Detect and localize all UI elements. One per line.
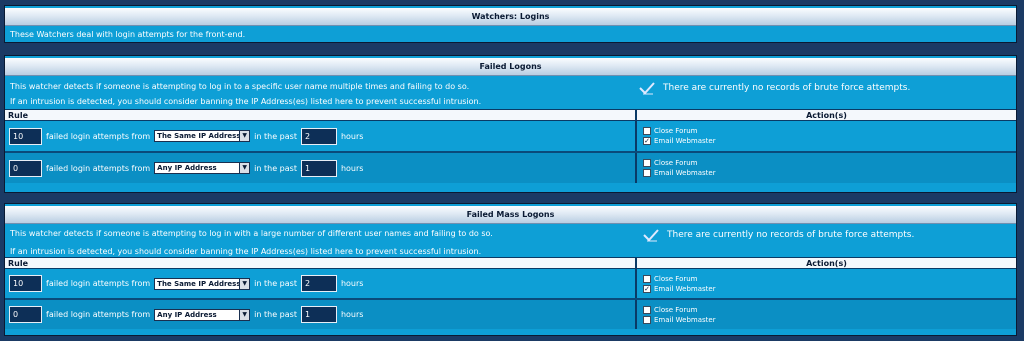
- triangle-down-icon: ▼: [239, 131, 250, 141]
- close-forum-label: Close Forum: [654, 127, 698, 135]
- source-select[interactable]: The Same IP Address ▼: [154, 277, 251, 290]
- email-webmaster-label: Email Webmaster: [654, 315, 716, 324]
- rule-column-header: Rule: [5, 110, 637, 120]
- failed-logons-status-text: There are currently no records of brute …: [663, 83, 911, 93]
- failed-from-label: failed login attempts from: [46, 131, 151, 141]
- close-forum-checkbox[interactable]: [643, 127, 651, 135]
- email-webmaster-label: Email Webmaster: [654, 169, 716, 177]
- source-select-value: Any IP Address: [157, 164, 217, 172]
- triangle-down-icon: ▼: [239, 163, 250, 173]
- actions-column-header: Action(s): [806, 111, 847, 120]
- hours-label: hours: [340, 279, 364, 288]
- in-past-label: in the past: [254, 279, 297, 288]
- failed-mass-logons-desc-2: If an intrusion is detected, you should …: [10, 247, 482, 256]
- triangle-down-icon: ▼: [239, 278, 250, 289]
- source-select[interactable]: Any IP Address ▼: [154, 308, 251, 321]
- attempts-input[interactable]: 10: [9, 127, 42, 145]
- email-webmaster-checkbox[interactable]: ✓: [643, 137, 651, 145]
- rule-column-header: Rule: [5, 258, 637, 268]
- attempts-input[interactable]: 0: [9, 306, 42, 323]
- in-past-label: in the past: [254, 163, 297, 173]
- email-webmaster-checkbox[interactable]: [643, 315, 651, 324]
- close-forum-label: Close Forum: [654, 274, 698, 283]
- in-past-label: in the past: [254, 310, 297, 319]
- failed-logons-title: Failed Logons: [5, 58, 1016, 76]
- failed-mass-logons-row-2: 0 failed login attempts from Any IP Addr…: [5, 300, 1016, 329]
- period-input[interactable]: 1: [300, 159, 337, 177]
- failed-mass-logons-title: Failed Mass Logons: [5, 206, 1016, 224]
- triangle-down-icon: ▼: [239, 309, 250, 320]
- failed-mass-logons-table-header: Rule Action(s): [5, 257, 1016, 269]
- failed-logons-row-2: 0 failed login attempts from Any IP Addr…: [5, 153, 1016, 183]
- failed-mass-logons-row-1: 10 failed login attempts from The Same I…: [5, 269, 1016, 298]
- hours-label: hours: [340, 163, 364, 173]
- period-input[interactable]: 1: [300, 306, 337, 323]
- failed-logons-desc-2: If an intrusion is detected, you should …: [10, 97, 482, 106]
- close-forum-label: Close Forum: [654, 305, 698, 314]
- failed-mass-logons-panel: Failed Mass Logons This watcher detects …: [4, 203, 1017, 336]
- period-input[interactable]: 2: [300, 127, 337, 145]
- watchers-description: These Watchers deal with login attempts …: [10, 30, 246, 39]
- close-forum-checkbox[interactable]: [643, 159, 651, 167]
- source-select[interactable]: The Same IP Address ▼: [154, 130, 251, 142]
- period-input[interactable]: 2: [300, 275, 337, 292]
- watchers-panel: Watchers: Logins These Watchers deal wit…: [4, 5, 1017, 43]
- failed-logons-table-header: Rule Action(s): [5, 109, 1016, 121]
- email-webmaster-checkbox[interactable]: ✓: [643, 284, 651, 293]
- check-arrow-icon: [639, 82, 655, 95]
- hours-label: hours: [340, 310, 364, 319]
- email-webmaster-label: Email Webmaster: [654, 284, 716, 293]
- close-forum-checkbox[interactable]: [643, 305, 651, 314]
- actions-column-header: Action(s): [806, 259, 847, 268]
- hours-label: hours: [340, 131, 364, 141]
- source-select[interactable]: Any IP Address ▼: [154, 162, 251, 174]
- attempts-input[interactable]: 0: [9, 159, 42, 177]
- close-forum-label: Close Forum: [654, 159, 698, 167]
- failed-from-label: failed login attempts from: [46, 163, 151, 173]
- watchers-title: Watchers: Logins: [5, 8, 1016, 26]
- failed-logons-status: There are currently no records of brute …: [639, 81, 910, 95]
- source-select-value: Any IP Address: [157, 310, 217, 319]
- email-webmaster-checkbox[interactable]: [643, 169, 651, 177]
- failed-logons-panel: Failed Logons This watcher detects if so…: [4, 55, 1017, 193]
- in-past-label: in the past: [254, 131, 297, 141]
- failed-mass-logons-status: There are currently no records of brute …: [643, 228, 914, 242]
- failed-mass-logons-status-text: There are currently no records of brute …: [667, 230, 915, 240]
- failed-from-label: failed login attempts from: [46, 279, 151, 288]
- check-arrow-icon: [643, 229, 659, 242]
- email-webmaster-label: Email Webmaster: [654, 137, 716, 145]
- source-select-value: The Same IP Address: [157, 279, 241, 288]
- failed-from-label: failed login attempts from: [46, 310, 151, 319]
- source-select-value: The Same IP Address: [157, 132, 241, 140]
- failed-logons-row-1: 10 failed login attempts from The Same I…: [5, 121, 1016, 151]
- close-forum-checkbox[interactable]: [643, 274, 651, 283]
- attempts-input[interactable]: 10: [9, 275, 42, 292]
